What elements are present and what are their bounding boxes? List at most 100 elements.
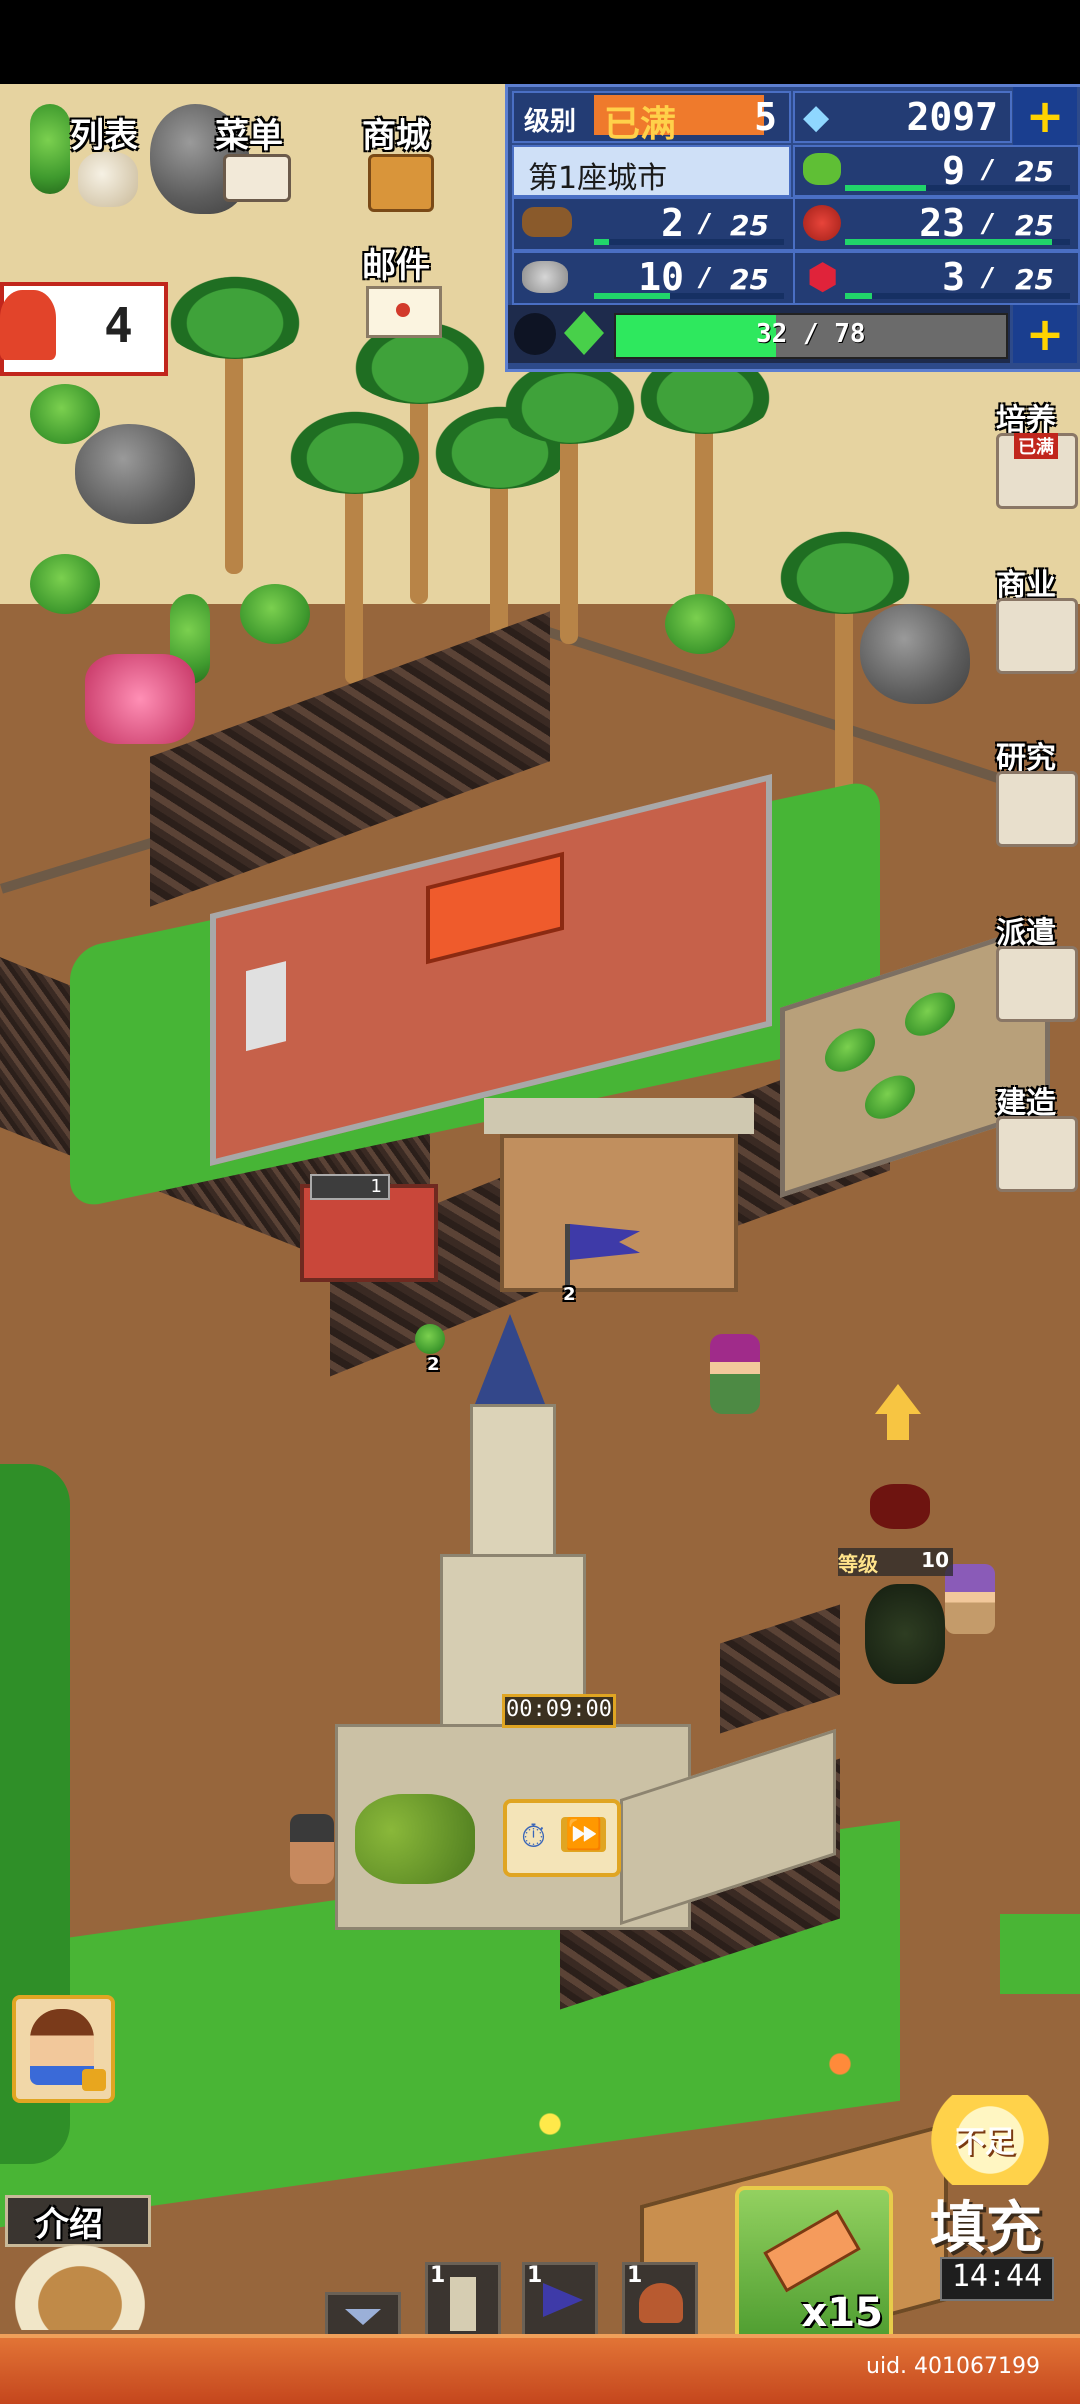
- fill-badge: 不足: [955, 2125, 1015, 2160]
- shop-label: 商城: [362, 116, 430, 156]
- food-slash: /: [983, 209, 993, 239]
- stone-slash: /: [700, 263, 710, 293]
- level-label: 级别: [524, 107, 577, 137]
- up-arrow-icon[interactable]: [875, 1384, 921, 1444]
- character-hero[interactable]: [710, 1334, 760, 1414]
- tower-spire: [475, 1314, 545, 1404]
- list-button[interactable]: 列表: [70, 108, 160, 218]
- shop-chest-icon: [368, 154, 434, 212]
- emerald-icon: [564, 311, 604, 355]
- house-icon: [996, 598, 1078, 674]
- palm-leaves: [160, 269, 310, 359]
- stall-canopy: [484, 1098, 754, 1134]
- energy-current: 32: [756, 319, 788, 349]
- grass-patch-right: [1000, 1914, 1080, 1994]
- gem-count: 2097: [906, 95, 998, 139]
- tower-icon: [450, 2277, 476, 2331]
- food-icon: [803, 205, 841, 241]
- plant: [865, 1069, 915, 1126]
- slot-cave[interactable]: 1: [622, 2262, 698, 2340]
- plant: [825, 1021, 875, 1079]
- intro-button[interactable]: 介绍: [5, 2195, 151, 2335]
- enemy-monster[interactable]: [865, 1584, 945, 1684]
- business-button[interactable]: 商业: [992, 560, 1078, 680]
- shop-button[interactable]: 商城: [362, 108, 452, 218]
- fast-forward-icon: ⏩: [561, 1817, 607, 1852]
- energy-max: 78: [834, 319, 866, 349]
- ruby-icon: ⬢: [807, 257, 839, 298]
- hammer-icon: [996, 1116, 1078, 1192]
- shop-count: 1: [370, 1176, 382, 1197]
- dispatch-flag-icon: [543, 2283, 583, 2317]
- intro-label: 介绍: [35, 2205, 103, 2245]
- hammer-item-icon: [763, 2209, 861, 2293]
- status-bar: [0, 0, 1080, 84]
- bush: [30, 384, 100, 444]
- fire-slime-icon: [0, 290, 56, 360]
- level-value: 10: [921, 1548, 949, 1572]
- ruby-max: 25: [1015, 263, 1054, 296]
- slot-tower[interactable]: 1: [425, 2262, 501, 2340]
- ruby-slash: /: [983, 263, 993, 293]
- market-stall[interactable]: [484, 1098, 754, 1292]
- wood-bar-fill: [594, 239, 610, 245]
- hero-avatar-button[interactable]: [12, 1995, 115, 2103]
- tower-top: [470, 1404, 556, 1560]
- energy-separator: /: [802, 319, 819, 349]
- stone-resource-cell: 10 / 25: [512, 251, 796, 305]
- bush: [30, 554, 100, 614]
- cave-icon: [639, 2283, 683, 2323]
- hammer-item-button[interactable]: x15: [735, 2186, 893, 2344]
- mail-button[interactable]: 邮件: [362, 238, 452, 348]
- menu-button[interactable]: 菜单: [215, 108, 305, 218]
- add-gems-button[interactable]: +: [1013, 87, 1077, 145]
- palm-leaves: [770, 524, 920, 614]
- palm-leaves: [280, 404, 430, 494]
- slot-flag[interactable]: 1: [522, 2262, 598, 2340]
- wood-max: 25: [730, 209, 769, 242]
- uid-text: uid. 401067199: [866, 2354, 1040, 2379]
- stone-bar-fill: [594, 293, 670, 299]
- notification-count: 4: [104, 298, 133, 354]
- train-badge: 已满: [1014, 433, 1058, 459]
- notification-panel[interactable]: 4: [0, 282, 168, 376]
- food-max: 25: [1015, 209, 1054, 242]
- menu-label: 菜单: [215, 116, 283, 156]
- ship-icon: [15, 2245, 145, 2330]
- city-name: 第1座城市: [528, 161, 668, 196]
- mail-label: 邮件: [362, 246, 430, 286]
- diamond-icon: ◆: [803, 97, 830, 137]
- speed-up-button[interactable]: ⏱ ⏩: [503, 1799, 621, 1877]
- bush: [240, 584, 310, 644]
- list-bag-icon: [78, 152, 138, 207]
- enemy-level-label: 等级 10: [838, 1548, 953, 1576]
- slot-tower-count: 1: [430, 2263, 446, 2288]
- stone-max: 25: [730, 263, 769, 296]
- food-resource-cell: 23 / 25: [793, 197, 1080, 251]
- character-villager[interactable]: [290, 1814, 334, 1884]
- city-name-cell: 第1座城市: [512, 145, 791, 197]
- energy-text: 32 / 78: [756, 319, 866, 349]
- bush: [665, 594, 735, 654]
- list-label: 列表: [70, 116, 138, 156]
- grass-bar: [845, 185, 1070, 191]
- crystal: [85, 654, 195, 744]
- dispatch-button[interactable]: 派遣: [992, 908, 1078, 1028]
- game-map[interactable]: 1 2 2 00:09:00 ⏱ ⏩ 等级 10: [0, 84, 1080, 2334]
- menu-board-icon: [223, 154, 291, 202]
- research-button[interactable]: 研究: [992, 733, 1078, 853]
- grass-resource-cell: 9 / 25: [793, 145, 1080, 197]
- money-bags[interactable]: [355, 1794, 475, 1884]
- train-button[interactable]: 培养 已满: [992, 395, 1078, 515]
- wood-log-icon: [522, 207, 572, 237]
- grass-slash: /: [983, 155, 993, 185]
- wood-bar: [594, 239, 784, 245]
- grass-max: 25: [1015, 155, 1054, 188]
- level-text: 等级: [838, 1552, 878, 1576]
- wood-slash: /: [700, 209, 710, 239]
- fill-button[interactable]: 不足 填充 14:44: [900, 2095, 1078, 2335]
- grass-bar-fill: [845, 185, 926, 191]
- add-energy-button[interactable]: +: [1013, 305, 1077, 363]
- slot-cave-count: 1: [627, 2263, 643, 2288]
- build-button[interactable]: 建造: [992, 1078, 1078, 1198]
